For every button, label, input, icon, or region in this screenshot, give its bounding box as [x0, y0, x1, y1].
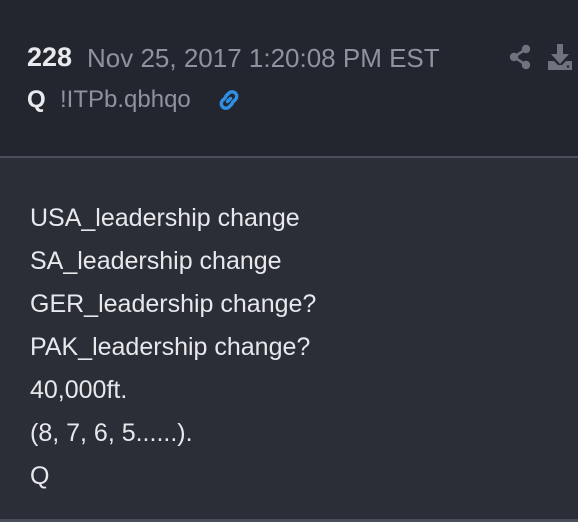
link-icon[interactable] [215, 86, 243, 114]
post-date: Nov 25, 2017 1:20:08 PM EST [87, 43, 440, 73]
author-name: Q [27, 86, 46, 113]
post-line-3: GER_leadership change? [30, 290, 317, 318]
download-icon[interactable] [546, 42, 574, 72]
post-line-6: (8, 7, 6, 5......). [30, 419, 193, 447]
tripcode: !ITPb.qbhqo [60, 86, 191, 113]
post-line-2: SA_leadership change [30, 247, 282, 275]
post-line-5: 40,000ft. [30, 376, 128, 404]
post-line-7: Q [30, 462, 50, 490]
post-line-1: USA_leadership change [30, 204, 300, 232]
post-number[interactable]: 228 [27, 42, 72, 73]
post-card: 228 Nov 25, 2017 1:20:08 PM EST Q !ITPb.… [0, 0, 578, 522]
post-body: USA_leadership change SA_leadership chan… [30, 197, 550, 498]
post-line-4: PAK_leadership change? [30, 333, 311, 361]
share-icon[interactable] [508, 44, 532, 70]
post-header: 228 Nov 25, 2017 1:20:08 PM EST Q !ITPb.… [0, 0, 578, 158]
